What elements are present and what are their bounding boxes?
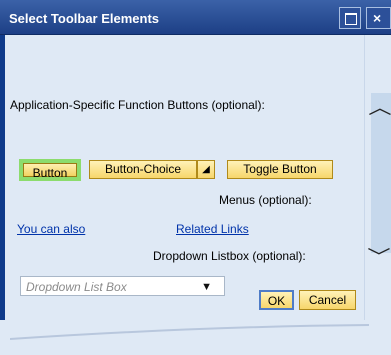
function-buttons-label: Application-Specific Function Buttons (o… [10,98,265,112]
button-choice-dropdown-arrow[interactable]: ◢ [197,160,215,179]
menus-label: Menus (optional): [219,193,312,207]
dropdown-placeholder: Dropdown List Box [26,280,127,294]
button-button[interactable]: Button [19,159,81,181]
ok-button[interactable]: OK [259,290,294,310]
close-icon: × [373,10,382,26]
you-can-also-link[interactable]: You can also [17,222,85,236]
maximize-icon [345,13,357,25]
toggle-button[interactable]: Toggle Button [227,160,333,179]
dialog-content: Application-Specific Function Buttons (o… [5,35,369,340]
button-choice-button[interactable]: Button-Choice [89,160,197,179]
chevron-down-icon: ◢ [202,164,210,175]
maximize-button[interactable] [339,7,361,29]
footer-divider [10,324,369,340]
related-links-link[interactable]: Related Links [176,222,249,236]
close-button[interactable]: × [366,7,391,29]
cancel-button[interactable]: Cancel [299,290,356,310]
dropdown-list-box[interactable]: Dropdown List Box ▼ [20,276,225,296]
vertical-scrollbar[interactable]: ︿ ﹀ [364,35,391,320]
scroll-down-icon[interactable]: ﹀ [367,243,390,269]
dropdown-arrow-icon: ▼ [201,281,212,293]
dropdown-listbox-label: Dropdown Listbox (optional): [153,249,306,263]
window-title: Select Toolbar Elements [9,11,160,26]
scroll-up-icon[interactable]: ︿ [368,94,391,120]
title-bar: Select Toolbar Elements × [0,0,391,35]
